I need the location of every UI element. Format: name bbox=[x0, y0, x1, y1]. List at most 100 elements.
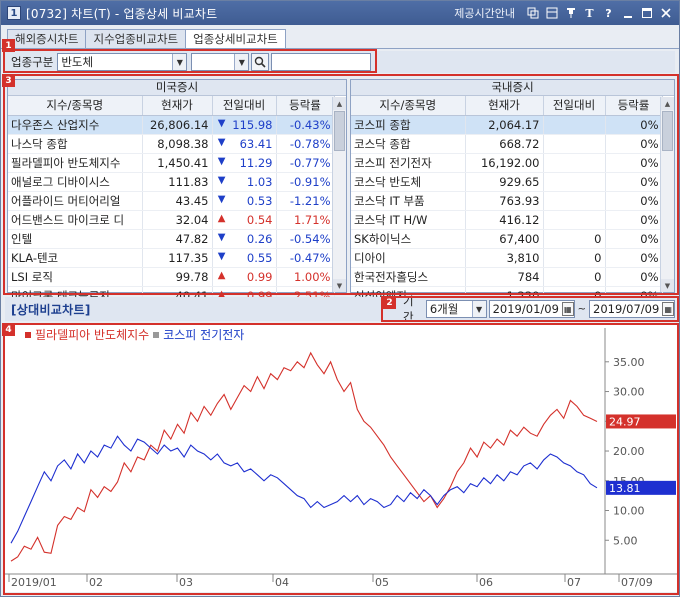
table-row[interactable]: 어플라이드 머티어리얼 43.45 ▼ 0.53 -1.21% bbox=[8, 191, 335, 211]
cell-rate: 0% bbox=[605, 115, 663, 135]
chart-header-bar: [상대비교차트] 기간 6개월 ▼ 2019/01/09 ▦ ~ 2019/07… bbox=[5, 294, 675, 324]
table-row[interactable]: LSI 로직 99.78 ▲ 0.99 1.00% bbox=[8, 267, 335, 287]
chevron-down-icon[interactable]: ▼ bbox=[471, 301, 486, 317]
cell-rate: 0% bbox=[605, 229, 663, 249]
cell-rate: -0.54% bbox=[276, 229, 335, 249]
cell-change-value: 1.03 bbox=[246, 174, 273, 189]
chevron-down-icon[interactable]: ▼ bbox=[234, 54, 249, 70]
us-table-scrollbar[interactable]: ▲ ▼ bbox=[332, 97, 346, 292]
copy-window-icon[interactable] bbox=[544, 6, 559, 21]
scroll-thumb[interactable] bbox=[334, 111, 345, 151]
service-time-link[interactable]: 제공시간안내 bbox=[454, 5, 515, 21]
table-row[interactable]: 필라델피아 반도체지수 1,450.41 ▼ 11.29 -0.77% bbox=[8, 153, 335, 173]
table-row[interactable]: KLA-텐코 117.35 ▼ 0.55 -0.47% bbox=[8, 248, 335, 268]
y-tick-label: 20.00 bbox=[613, 445, 645, 458]
section-marker-1: 1 bbox=[2, 39, 15, 52]
scroll-up-icon[interactable]: ▲ bbox=[661, 97, 674, 110]
cell-change-value: 0.53 bbox=[246, 193, 273, 208]
table-row[interactable]: SK하이닉스 67,400 0 0% bbox=[351, 229, 663, 249]
cell-name: 코스닥 반도체 bbox=[351, 172, 466, 192]
table-row[interactable]: 한국전자홀딩스 784 0 0% bbox=[351, 267, 663, 287]
cell-price: 8,098.38 bbox=[142, 134, 213, 154]
search-button[interactable] bbox=[251, 53, 270, 71]
cell-change: ▲ 0.99 bbox=[212, 267, 277, 287]
cell-rate: 1.71% bbox=[276, 210, 335, 230]
table-row[interactable]: 코스닥 IT 부품 763.93 0% bbox=[351, 191, 663, 211]
x-tick-label: 06 bbox=[479, 576, 493, 589]
section-marker-3: 3 bbox=[2, 74, 15, 87]
x-tick-label: 05 bbox=[375, 576, 389, 589]
minimize-icon[interactable] bbox=[620, 6, 635, 21]
table-row[interactable]: 나스닥 종합 8,098.38 ▼ 63.41 -0.78% bbox=[8, 134, 335, 154]
y-tick-label: 35.00 bbox=[613, 356, 645, 369]
calendar-icon[interactable]: ▦ bbox=[662, 302, 674, 316]
date-to-field[interactable]: 2019/07/09 ▦ bbox=[589, 300, 675, 318]
sub-sector-select[interactable]: ▼ bbox=[191, 53, 250, 71]
scroll-up-icon[interactable]: ▲ bbox=[333, 97, 346, 110]
sector-select[interactable]: 반도체 ▼ bbox=[57, 53, 188, 71]
chevron-down-icon[interactable]: ▼ bbox=[172, 54, 187, 70]
date-range-separator: ~ bbox=[577, 303, 586, 315]
kr-table-scrollbar[interactable]: ▲ ▼ bbox=[660, 97, 674, 292]
table-row[interactable]: 애널로그 디바이시스 111.83 ▼ 1.03 -0.91% bbox=[8, 172, 335, 192]
col-name[interactable]: 지수/종목명 bbox=[8, 96, 143, 116]
link-window-icon[interactable] bbox=[525, 6, 540, 21]
scroll-down-icon[interactable]: ▼ bbox=[333, 279, 346, 292]
period-select-value: 6개월 bbox=[429, 302, 459, 316]
cell-change-value: 0.99 bbox=[246, 269, 273, 284]
scroll-thumb[interactable] bbox=[662, 111, 673, 151]
table-row[interactable]: 디아이 3,810 0 0% bbox=[351, 248, 663, 268]
cell-name: SK하이닉스 bbox=[351, 229, 466, 249]
col-price[interactable]: 현재가 bbox=[142, 96, 213, 116]
font-size-icon[interactable]: T bbox=[582, 6, 597, 21]
down-arrow-icon: ▼ bbox=[217, 155, 226, 167]
cell-change: ▼ 63.41 bbox=[212, 134, 277, 154]
tab-sector-detail-compare[interactable]: 업종상세비교차트 bbox=[185, 29, 286, 50]
cell-price: 929.65 bbox=[465, 172, 544, 192]
table-row[interactable]: 코스피 전기전자 16,192.00 0% bbox=[351, 153, 663, 173]
close-icon[interactable] bbox=[658, 6, 673, 21]
sector-type-label: 업종구분 bbox=[11, 55, 54, 69]
table-row[interactable]: 어드밴스드 마이크로 디 32.04 ▲ 0.54 1.71% bbox=[8, 210, 335, 230]
scroll-down-icon[interactable]: ▼ bbox=[661, 279, 674, 292]
sector-select-value: 반도체 bbox=[61, 55, 94, 69]
cell-price: 416.12 bbox=[465, 210, 544, 230]
table-row[interactable]: 코스피 종합 2,064.17 0% bbox=[351, 115, 663, 135]
relative-compare-chart[interactable]: 필라델피아 반도체지수 코스피 전기전자 5.0010.0015.0020.00… bbox=[5, 324, 677, 592]
period-select[interactable]: 6개월 ▼ bbox=[425, 300, 487, 318]
tab-index-sector-compare[interactable]: 지수업종비교차트 bbox=[85, 29, 187, 49]
date-from-field[interactable]: 2019/01/09 ▦ bbox=[488, 300, 575, 318]
col-price[interactable]: 현재가 bbox=[465, 96, 544, 116]
pin-icon[interactable] bbox=[563, 6, 578, 21]
tab-overseas-chart[interactable]: 해외증시차트 bbox=[7, 29, 87, 49]
calendar-icon[interactable]: ▦ bbox=[561, 302, 574, 316]
col-name[interactable]: 지수/종목명 bbox=[351, 96, 466, 116]
cell-name: 코스닥 종합 bbox=[351, 134, 466, 154]
col-change[interactable]: 전일대비 bbox=[543, 96, 606, 116]
col-change[interactable]: 전일대비 bbox=[212, 96, 277, 116]
search-result-input[interactable] bbox=[271, 53, 372, 71]
cell-price: 26,806.14 bbox=[142, 115, 213, 135]
cell-change: ▲ 0.54 bbox=[212, 210, 277, 230]
cell-change-value: 63.41 bbox=[239, 136, 273, 151]
col-rate[interactable]: 등락률 bbox=[605, 96, 663, 116]
last-value-label-b: 13.81 bbox=[609, 482, 641, 495]
title-bar[interactable]: 1 [0732] 차트(T) - 업종상세 비교차트 제공시간안내 T ? bbox=[1, 1, 679, 25]
table-row[interactable]: 코스닥 종합 668.72 0% bbox=[351, 134, 663, 154]
col-rate[interactable]: 등락률 bbox=[276, 96, 335, 116]
cell-rate: 0% bbox=[605, 191, 663, 211]
down-arrow-icon: ▼ bbox=[217, 174, 226, 186]
table-row[interactable]: 코스닥 반도체 929.65 0% bbox=[351, 172, 663, 192]
down-arrow-icon: ▼ bbox=[217, 117, 226, 129]
cell-name: 인텔 bbox=[8, 229, 143, 249]
table-row[interactable]: 인텔 47.82 ▼ 0.26 -0.54% bbox=[8, 229, 335, 249]
maximize-icon[interactable] bbox=[639, 6, 654, 21]
cell-name: 코스닥 IT 부품 bbox=[351, 191, 466, 211]
table-row[interactable]: 다우존스 산업지수 26,806.14 ▼ 115.98 -0.43% bbox=[8, 115, 335, 135]
down-arrow-icon: ▼ bbox=[217, 250, 226, 262]
cell-name: LSI 로직 bbox=[8, 267, 143, 287]
help-icon[interactable]: ? bbox=[601, 6, 616, 21]
cell-change: ▼ 0.26 bbox=[212, 229, 277, 249]
cell-change bbox=[543, 210, 606, 230]
table-row[interactable]: 코스닥 IT H/W 416.12 0% bbox=[351, 210, 663, 230]
